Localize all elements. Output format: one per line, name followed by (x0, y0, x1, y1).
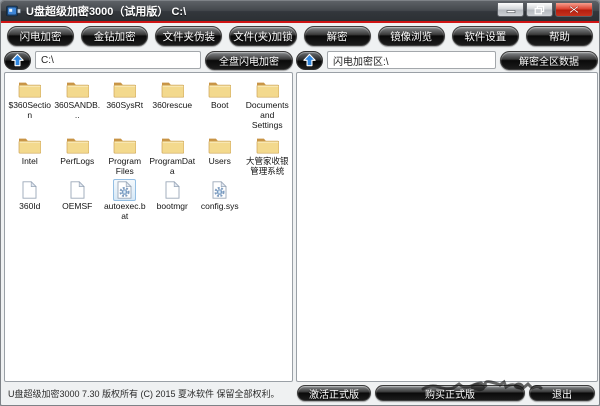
system-file-icon (208, 179, 231, 201)
restore-button[interactable] (526, 2, 553, 17)
toolbar-button-help[interactable]: 帮助 (526, 26, 593, 46)
file-item[interactable]: bootmgr (149, 179, 197, 221)
folder-icon (109, 78, 140, 100)
item-label: 360Id (19, 201, 40, 211)
folder-icon (157, 134, 188, 156)
file-icon (66, 179, 89, 201)
folder-item[interactable]: Users (196, 134, 244, 176)
folder-icon (62, 78, 93, 100)
folder-item[interactable]: Documents and Settings (244, 78, 292, 131)
folder-icon (204, 134, 235, 156)
item-label: Documents and Settings (244, 100, 290, 131)
folder-icon (62, 134, 93, 156)
right-address-row: 解密全区数据 (296, 50, 598, 70)
file-item[interactable]: 360Id (6, 179, 54, 221)
file-icon (161, 179, 184, 201)
folder-icon (252, 134, 283, 156)
window-controls (497, 2, 593, 17)
status-bar: U盘超级加密3000 7.30 版权所有 (C) 2015 夏冰软件 保留全部权… (1, 381, 599, 405)
red-accent-line (1, 21, 599, 23)
flash-encrypt-zone-panel[interactable] (296, 72, 598, 382)
main-toolbar: 闪电加密金钻加密文件夹伪装文件(夹)加锁解密镜像浏览软件设置帮助 (1, 25, 599, 49)
item-label: PerfLogs (60, 156, 94, 166)
folder-item[interactable]: 360SANDB... (54, 78, 102, 131)
folder-icon (109, 134, 140, 156)
item-label: Boot (211, 100, 229, 110)
file-browser-panel[interactable]: $360Section360SANDB... 360SysRt 360rescue B… (4, 72, 293, 382)
bottom-buttons: 激活正式版购买正式版退出 (297, 385, 595, 401)
up-arrow-icon (10, 53, 25, 67)
toolbar-button-folder-disguise[interactable]: 文件夹伪装 (155, 26, 222, 46)
file-item[interactable]: config.sys (196, 179, 244, 221)
close-button[interactable] (555, 2, 593, 17)
folder-icon (157, 78, 188, 100)
toolbar-button-decrypt[interactable]: 解密 (304, 26, 371, 46)
buy-button[interactable]: 购买正式版 (375, 385, 525, 401)
item-label: OEMSF (62, 201, 92, 211)
exit-button[interactable]: 退出 (529, 385, 595, 401)
file-item[interactable]: OEMSF (54, 179, 102, 221)
folder-item[interactable]: Program Files (101, 134, 149, 176)
left-address-row: 全盘闪电加密 (4, 50, 293, 70)
item-label: 大管家收银管理系统 (244, 156, 290, 176)
folder-icon (14, 134, 45, 156)
up-arrow-icon (302, 53, 317, 67)
up-folder-button-right[interactable] (296, 51, 323, 70)
folder-item[interactable]: 360rescue (149, 78, 197, 131)
app-window: U盘超级加密3000（试用版） C:\ 闪电加密金钻加密文件夹伪装文件(夹)加锁… (0, 0, 600, 406)
file-grid: $360Section360SANDB... 360SysRt 360rescue B… (5, 73, 292, 226)
app-icon (6, 5, 21, 17)
folder-icon (252, 78, 283, 100)
encrypt-whole-disk-button[interactable]: 全盘闪电加密 (205, 51, 293, 70)
title-bar[interactable]: U盘超级加密3000（试用版） C:\ (1, 1, 599, 21)
up-folder-button-left[interactable] (4, 51, 31, 70)
item-label: Intel (22, 156, 38, 166)
item-label: $360Section (7, 100, 53, 120)
item-label: ProgramData (149, 156, 195, 176)
item-label: 360SANDB... (54, 100, 100, 120)
address-input-left[interactable] (35, 51, 201, 69)
item-label: Program Files (102, 156, 148, 176)
copyright-text: U盘超级加密3000 7.30 版权所有 (C) 2015 夏冰软件 保留全部权… (5, 387, 297, 400)
item-label: bootmgr (157, 201, 188, 211)
item-label: config.sys (201, 201, 239, 211)
toolbar-button-file-lock[interactable]: 文件(夹)加锁 (229, 26, 296, 46)
folder-icon (204, 78, 235, 100)
file-icon (18, 179, 41, 201)
item-label: Users (209, 156, 231, 166)
toolbar-button-image-browse[interactable]: 镜像浏览 (378, 26, 445, 46)
minimize-button[interactable] (497, 2, 524, 17)
toolbar-button-gold-encrypt[interactable]: 金钻加密 (81, 26, 148, 46)
item-label: 360SysRt (106, 100, 143, 110)
folder-item[interactable]: Boot (196, 78, 244, 131)
folder-item[interactable]: $360Section (6, 78, 54, 131)
window-title: U盘超级加密3000（试用版） C:\ (26, 3, 186, 19)
folder-icon (14, 78, 45, 100)
folder-item[interactable]: Intel (6, 134, 54, 176)
address-input-right[interactable] (327, 51, 496, 69)
folder-item[interactable]: PerfLogs (54, 134, 102, 176)
folder-item[interactable]: 大管家收银管理系统 (244, 134, 292, 176)
toolbar-button-settings[interactable]: 软件设置 (452, 26, 519, 46)
activate-button[interactable]: 激活正式版 (297, 385, 371, 401)
decrypt-all-data-button[interactable]: 解密全区数据 (500, 51, 598, 70)
item-label: autoexec.bat (102, 201, 148, 221)
file-item[interactable]: autoexec.bat (101, 179, 149, 221)
system-file-icon (113, 179, 136, 201)
toolbar-button-flash-encrypt[interactable]: 闪电加密 (7, 26, 74, 46)
folder-item[interactable]: 360SysRt (101, 78, 149, 131)
item-label: 360rescue (152, 100, 192, 110)
folder-item[interactable]: ProgramData (149, 134, 197, 176)
